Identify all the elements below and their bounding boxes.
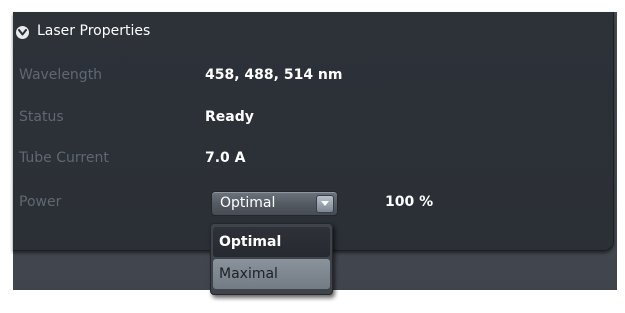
dropdown-option-optimal[interactable]: Optimal xyxy=(213,227,330,257)
power-mode-select[interactable]: Optimal xyxy=(211,191,338,216)
wavelength-value: 458, 488, 514 nm xyxy=(205,67,343,83)
software-window: Laser Properties Wavelength 458, 488, 51… xyxy=(13,12,617,295)
power-percent: 100 % xyxy=(385,194,434,210)
wavelength-label: Wavelength xyxy=(19,67,103,83)
laser-properties-panel: Laser Properties Wavelength 458, 488, 51… xyxy=(13,12,614,251)
collapse-chevron-icon[interactable] xyxy=(16,26,29,39)
power-mode-dropdown-list: Optimal Maximal xyxy=(210,223,333,295)
tube-current-label: Tube Current xyxy=(19,150,109,166)
power-label: Power xyxy=(19,194,62,210)
status-value: Ready xyxy=(205,109,254,125)
panel-title[interactable]: Laser Properties xyxy=(37,23,150,39)
status-label: Status xyxy=(19,109,64,125)
tube-current-value: 7.0 A xyxy=(205,150,246,166)
dropdown-option-maximal[interactable]: Maximal xyxy=(213,259,330,289)
power-mode-selected-value: Optimal xyxy=(220,195,276,211)
dropdown-arrow-icon[interactable] xyxy=(316,195,334,213)
screenshot-frame: Laser Properties Wavelength 458, 488, 51… xyxy=(0,0,625,313)
